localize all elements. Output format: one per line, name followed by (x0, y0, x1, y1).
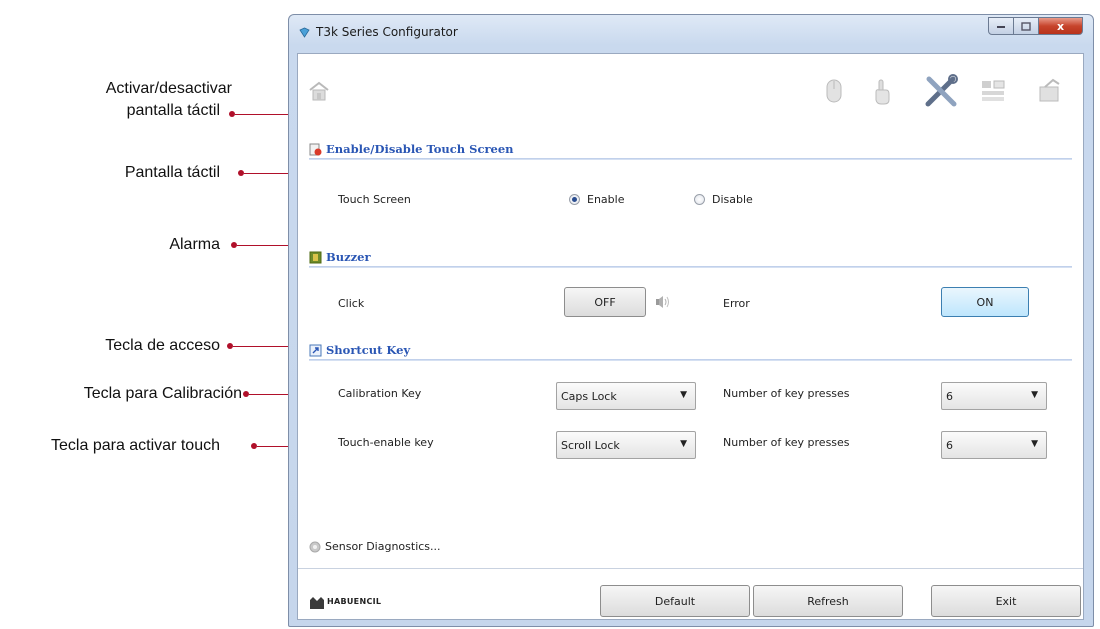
close-button[interactable]: x (1039, 17, 1083, 35)
title-bar[interactable]: T3k Series Configurator x (289, 15, 1093, 51)
touch-presses-select[interactable]: 6 ▼ (941, 431, 1047, 459)
touch-presses-value: 6 (946, 439, 953, 452)
configurator-window: T3k Series Configurator x Enable/Disable… (288, 14, 1094, 627)
settings-icon[interactable] (1037, 78, 1063, 104)
calibration-presses-label: Number of key presses (723, 387, 850, 400)
mouse-icon[interactable] (825, 78, 843, 104)
brand-logo-text: HABUENCIL (327, 597, 382, 606)
minimize-icon (997, 26, 1005, 28)
callout-activate-line1: Activar/desactivar (105, 80, 232, 97)
close-icon: x (1056, 19, 1065, 33)
callout-alarm: Alarma (169, 236, 220, 253)
click-label: Click (338, 297, 365, 310)
touch-section-icon (309, 143, 322, 156)
touch-enable-key-select[interactable]: Scroll Lock ▼ (556, 431, 696, 459)
touch-hand-icon[interactable] (872, 78, 892, 106)
chevron-down-icon: ▼ (680, 390, 687, 400)
default-button[interactable]: Default (600, 585, 750, 617)
enable-radio[interactable] (569, 194, 580, 205)
touch-section-title: Enable/Disable Touch Screen (326, 142, 514, 156)
section-divider (309, 266, 1072, 268)
callout-touch-key: Tecla para activar touch (51, 437, 220, 454)
layout-icon[interactable] (981, 80, 1005, 102)
touch-enable-key-value: Scroll Lock (561, 439, 620, 452)
window-title: T3k Series Configurator (316, 25, 458, 39)
tools-icon[interactable] (923, 74, 959, 108)
speaker-icon[interactable] (655, 295, 671, 309)
calibration-presses-select[interactable]: 6 ▼ (941, 382, 1047, 410)
section-divider (309, 359, 1072, 361)
chevron-down-icon: ▼ (1031, 390, 1038, 400)
sensor-diagnostics-link[interactable]: Sensor Diagnostics... (325, 540, 441, 553)
gear-icon[interactable] (309, 541, 321, 553)
calibration-key-label: Calibration Key (338, 387, 422, 400)
enable-radio-label[interactable]: Enable (587, 193, 624, 206)
section-divider (309, 158, 1072, 160)
error-label: Error (723, 297, 750, 310)
exit-button[interactable]: Exit (931, 585, 1081, 617)
callout-calibration: Tecla para Calibración (83, 385, 242, 402)
chevron-down-icon: ▼ (680, 439, 687, 449)
click-off-button[interactable]: OFF (564, 287, 646, 317)
home-icon[interactable] (308, 81, 330, 101)
maximize-button[interactable] (1014, 17, 1039, 35)
touch-screen-label: Touch Screen (338, 193, 411, 206)
minimize-button[interactable] (988, 17, 1014, 35)
refresh-button[interactable]: Refresh (753, 585, 903, 617)
calibration-presses-value: 6 (946, 390, 953, 403)
shortcut-section-title: Shortcut Key (326, 343, 411, 357)
footer-divider (298, 568, 1083, 569)
window-controls: x (988, 17, 1083, 35)
disable-radio-label[interactable]: Disable (712, 193, 753, 206)
calibration-key-value: Caps Lock (561, 390, 617, 403)
calibration-key-select[interactable]: Caps Lock ▼ (556, 382, 696, 410)
disable-radio[interactable] (694, 194, 705, 205)
callout-activate: Activar/desactivar pantalla táctil (106, 78, 232, 122)
shortcut-section-icon (309, 344, 322, 357)
maximize-icon (1021, 21, 1031, 31)
error-on-button[interactable]: ON (941, 287, 1029, 317)
callout-activate-line2: pantalla táctil (126, 102, 220, 119)
app-icon (299, 27, 310, 38)
chevron-down-icon: ▼ (1031, 439, 1038, 449)
buzzer-section-title: Buzzer (326, 250, 371, 264)
callout-shortcut: Tecla de acceso (105, 337, 220, 354)
client-area: Enable/Disable Touch Screen Touch Screen… (297, 53, 1084, 620)
touch-presses-label: Number of key presses (723, 436, 850, 449)
logo-icon (310, 597, 324, 609)
touch-enable-key-label: Touch-enable key (338, 436, 434, 449)
callout-touchscreen: Pantalla táctil (124, 164, 220, 181)
buzzer-section-icon (309, 251, 322, 264)
